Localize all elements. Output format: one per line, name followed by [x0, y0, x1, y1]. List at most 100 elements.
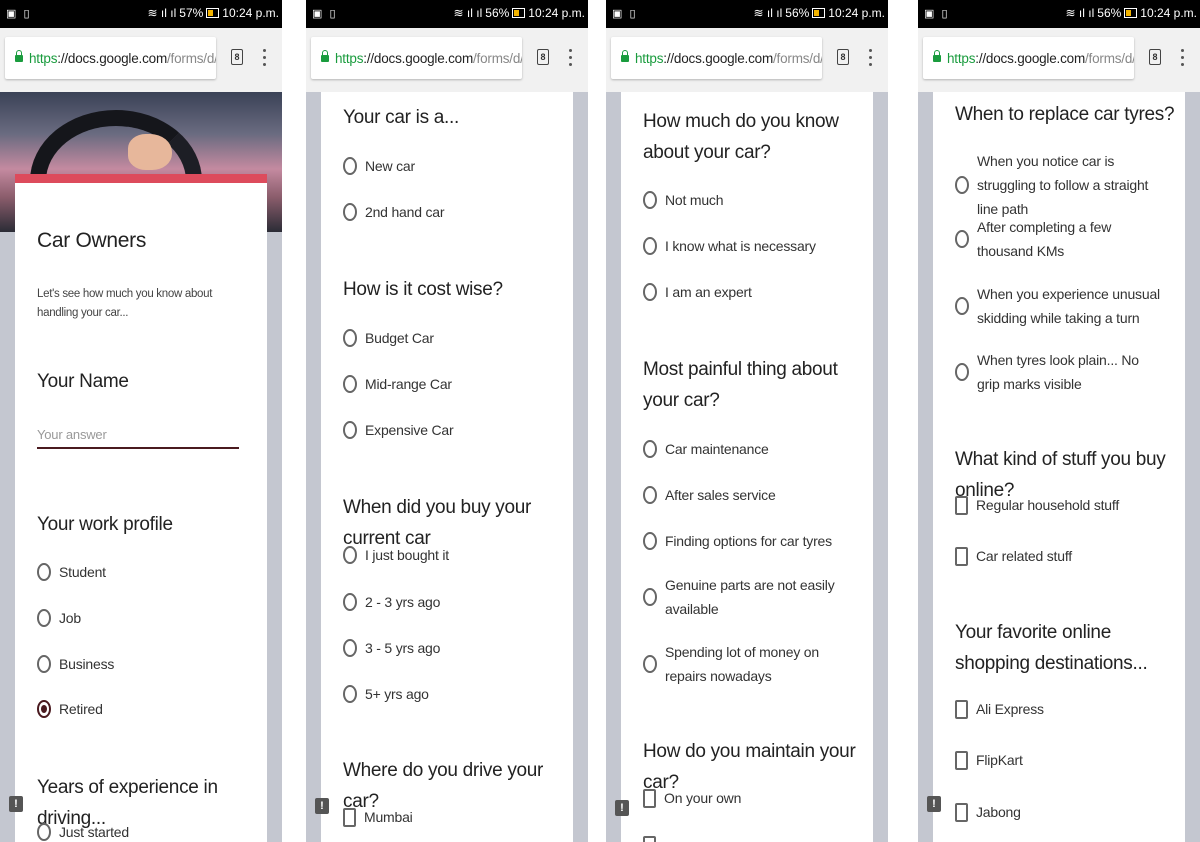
radio-button[interactable]: [343, 375, 357, 393]
radio-button[interactable]: [37, 655, 51, 673]
browser-toolbar: https://docs.google.com/forms/d/e/ 8: [918, 28, 1200, 92]
option-2-3-yrs[interactable]: 2 - 3 yrs ago: [343, 590, 550, 614]
tab-switcher-button[interactable]: 8: [837, 49, 849, 65]
form-content[interactable]: Car Owners Let's see how much you know a…: [0, 92, 282, 842]
option-expert[interactable]: I am an expert: [643, 280, 850, 304]
option-know-necessary[interactable]: I know what is necessary: [643, 234, 850, 258]
option-ali-express[interactable]: Ali Express: [955, 697, 1161, 721]
option-skidding[interactable]: When you experience unusual skidding whi…: [955, 282, 1162, 330]
browser-toolbar: https://docs.google.com/forms/d/e/ 8: [306, 28, 588, 92]
option-new-car[interactable]: New car: [343, 154, 550, 178]
feedback-icon[interactable]: !: [315, 798, 329, 814]
tab-switcher-button[interactable]: 8: [537, 49, 549, 65]
radio-button[interactable]: [643, 237, 657, 255]
radio-button[interactable]: [643, 655, 657, 673]
form-content[interactable]: When to replace car tyres? When you noti…: [918, 92, 1200, 842]
checkbox[interactable]: [955, 750, 968, 770]
address-bar[interactable]: https://docs.google.com/forms/d/e/: [311, 37, 522, 79]
form-content[interactable]: Your car is a... New car 2nd hand car Ho…: [306, 92, 588, 842]
option-on-your-own[interactable]: On your own: [643, 786, 849, 810]
checkbox[interactable]: [955, 699, 968, 719]
option-repairs-money[interactable]: Spending lot of money on repairs nowaday…: [643, 640, 850, 688]
feedback-icon[interactable]: !: [9, 796, 23, 812]
option-2nd-hand-car[interactable]: 2nd hand car: [343, 200, 550, 224]
option-plain-tyres[interactable]: When tyres look plain... No grip marks v…: [955, 348, 1162, 396]
radio-button[interactable]: [37, 823, 51, 841]
status-bar: ▣ ▯ ≋ ıl ıl 56% 10:24 p.m.: [918, 0, 1200, 28]
checkbox[interactable]: [343, 807, 356, 827]
tab-switcher-button[interactable]: 8: [231, 49, 243, 65]
radio-button[interactable]: [343, 329, 357, 347]
overflow-menu-icon[interactable]: [1181, 49, 1185, 67]
radio-button[interactable]: [37, 563, 51, 581]
radio-button[interactable]: [343, 639, 357, 657]
radio-button[interactable]: [955, 230, 969, 248]
address-bar[interactable]: https://docs.google.com/forms/d/e/: [611, 37, 822, 79]
checkbox[interactable]: [643, 836, 656, 842]
option-jabong[interactable]: Jabong: [955, 800, 1161, 824]
radio-button[interactable]: [955, 363, 969, 381]
radio-button[interactable]: [343, 203, 357, 221]
option-straight-line[interactable]: When you notice car is struggling to fol…: [955, 149, 1162, 221]
option-household[interactable]: Regular household stuff: [955, 493, 1161, 517]
radio-button[interactable]: [643, 440, 657, 458]
radio-button[interactable]: [643, 588, 657, 606]
form-content[interactable]: How much do you know about your car? Not…: [606, 92, 888, 842]
radio-button[interactable]: [643, 191, 657, 209]
notification-icons: ▣ ▯: [612, 8, 638, 20]
radio-button[interactable]: [37, 609, 51, 627]
overflow-menu-icon[interactable]: [869, 49, 873, 67]
option-mumbai[interactable]: Mumbai: [343, 805, 549, 829]
browser-toolbar: https://docs.google.com/forms/d/e/ 8: [0, 28, 282, 92]
radio-button-selected[interactable]: [37, 700, 51, 718]
option-car-related[interactable]: Car related stuff: [955, 544, 1161, 568]
radio-button[interactable]: [343, 157, 357, 175]
name-input[interactable]: Your answer: [37, 427, 239, 449]
radio-button[interactable]: [643, 486, 657, 504]
option-3-5-yrs[interactable]: 3 - 5 yrs ago: [343, 636, 550, 660]
checkbox[interactable]: [643, 788, 656, 808]
checkbox[interactable]: [955, 495, 968, 515]
overflow-menu-icon[interactable]: [569, 49, 573, 67]
lock-icon: [15, 49, 23, 62]
tab-switcher-button[interactable]: 8: [1149, 49, 1161, 65]
option-just-started[interactable]: Just started: [37, 820, 244, 842]
feedback-icon[interactable]: !: [615, 800, 629, 816]
option-student[interactable]: Student: [37, 560, 244, 584]
radio-button[interactable]: [643, 532, 657, 550]
radio-button[interactable]: [955, 176, 969, 194]
option-mid-range-car[interactable]: Mid-range Car: [343, 372, 550, 396]
option-5-plus-yrs[interactable]: 5+ yrs ago: [343, 682, 550, 706]
option-car-maintenance[interactable]: Car maintenance: [643, 437, 850, 461]
radio-button[interactable]: [343, 593, 357, 611]
option-just-bought[interactable]: I just bought it: [343, 543, 550, 567]
option-next-partial[interactable]: [643, 836, 656, 842]
signal-icon: ≋ ıl ıl: [1065, 6, 1095, 20]
option-flipkart[interactable]: FlipKart: [955, 748, 1161, 772]
option-thousand-kms[interactable]: After completing a few thousand KMs: [955, 215, 1162, 263]
option-expensive-car[interactable]: Expensive Car: [343, 418, 550, 442]
address-bar[interactable]: https://docs.google.com/forms/d/e/: [923, 37, 1134, 79]
url-text: https://docs.google.com/forms/d/e/: [947, 50, 1134, 66]
option-genuine-parts[interactable]: Genuine parts are not easily available: [643, 573, 850, 621]
radio-button[interactable]: [343, 546, 357, 564]
option-after-sales[interactable]: After sales service: [643, 483, 850, 507]
option-car-tyres[interactable]: Finding options for car tyres: [643, 529, 850, 553]
option-business[interactable]: Business: [37, 652, 244, 676]
option-job[interactable]: Job: [37, 606, 244, 630]
lock-icon: [621, 49, 629, 62]
form-card: When to replace car tyres? When you noti…: [933, 92, 1185, 842]
feedback-icon[interactable]: !: [927, 796, 941, 812]
radio-button[interactable]: [343, 685, 357, 703]
option-retired[interactable]: Retired: [37, 697, 244, 721]
radio-button[interactable]: [643, 283, 657, 301]
checkbox[interactable]: [955, 802, 968, 822]
radio-button[interactable]: [955, 297, 969, 315]
address-bar[interactable]: https://docs.google.com/forms/d/e/: [5, 37, 216, 79]
overflow-menu-icon[interactable]: [263, 49, 267, 67]
checkbox[interactable]: [955, 546, 968, 566]
phone-screen-1: ▣ ▯ ≋ ıl ıl 57% 10:24 p.m. https://docs.…: [0, 0, 282, 842]
radio-button[interactable]: [343, 421, 357, 439]
option-budget-car[interactable]: Budget Car: [343, 326, 550, 350]
option-not-much[interactable]: Not much: [643, 188, 850, 212]
